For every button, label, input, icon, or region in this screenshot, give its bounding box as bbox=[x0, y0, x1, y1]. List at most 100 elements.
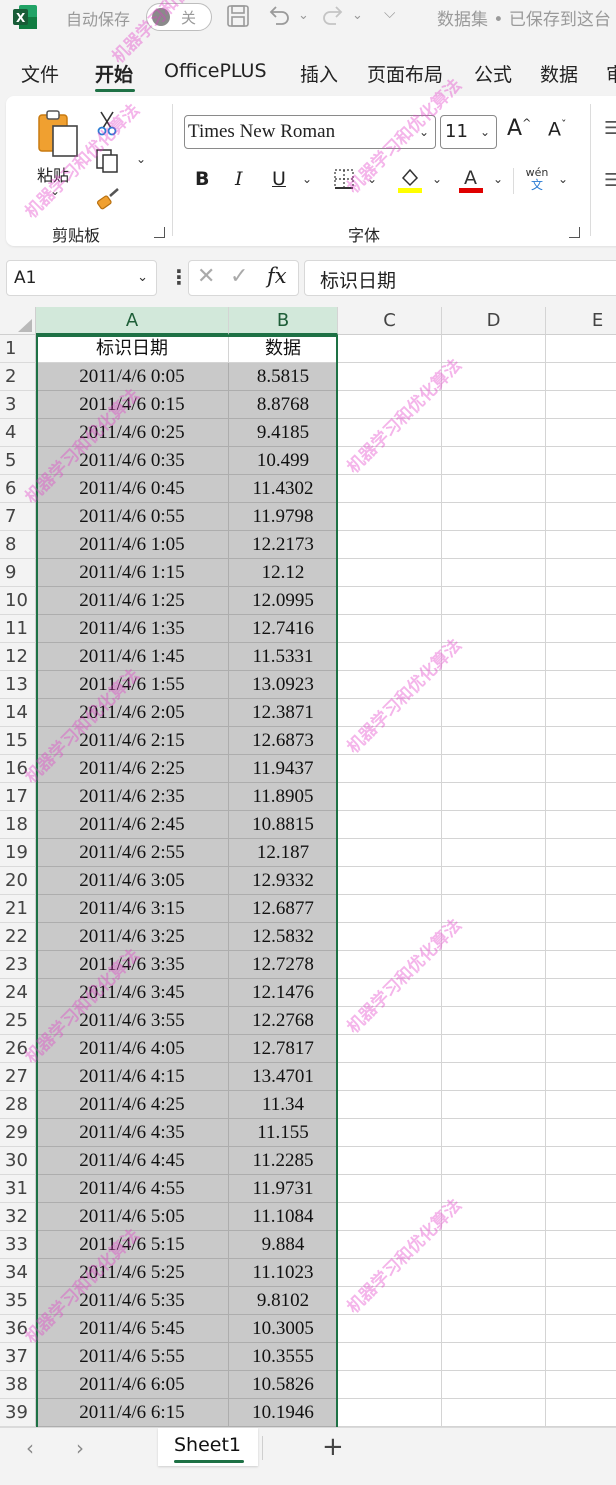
table-cell[interactable]: 12.7416 bbox=[229, 615, 338, 643]
table-cell[interactable] bbox=[442, 1343, 546, 1371]
table-cell[interactable]: 2011/4/6 0:55 bbox=[36, 503, 229, 531]
worksheet-grid[interactable]: A B C D E 1 标识日期 数据 2 2011/4/6 0:05 8.5815 3 2011/4/… bbox=[0, 307, 616, 1427]
borders-chevron-icon[interactable]: ⌄ bbox=[367, 172, 377, 186]
clipboard-launcher-icon[interactable] bbox=[154, 227, 165, 238]
table-cell[interactable] bbox=[442, 867, 546, 895]
table-cell[interactable] bbox=[442, 615, 546, 643]
row-header[interactable]: 32 bbox=[0, 1203, 36, 1231]
table-cell[interactable]: 12.5832 bbox=[229, 923, 338, 951]
table-cell[interactable]: 12.7817 bbox=[229, 1035, 338, 1063]
table-cell[interactable] bbox=[338, 1343, 442, 1371]
table-cell[interactable] bbox=[338, 559, 442, 587]
table-cell[interactable]: 2011/4/6 2:35 bbox=[36, 783, 229, 811]
underline-chevron-icon[interactable]: ⌄ bbox=[302, 172, 312, 186]
tab-formulas[interactable]: 公式 bbox=[474, 60, 512, 87]
row-header[interactable]: 5 bbox=[0, 447, 36, 475]
table-cell[interactable]: 2011/4/6 2:05 bbox=[36, 699, 229, 727]
header-cell[interactable]: 标识日期 bbox=[36, 335, 229, 363]
row-header[interactable]: 34 bbox=[0, 1259, 36, 1287]
table-cell[interactable] bbox=[442, 419, 546, 447]
table-cell[interactable] bbox=[442, 587, 546, 615]
table-cell[interactable] bbox=[338, 951, 442, 979]
tab-file[interactable]: 文件 bbox=[21, 60, 59, 87]
table-cell[interactable] bbox=[338, 783, 442, 811]
table-cell[interactable]: 2011/4/6 3:35 bbox=[36, 951, 229, 979]
table-cell[interactable]: 2011/4/6 4:45 bbox=[36, 1147, 229, 1175]
table-cell[interactable]: 10.1946 bbox=[229, 1399, 338, 1427]
table-cell[interactable]: 9.4185 bbox=[229, 419, 338, 447]
table-cell[interactable] bbox=[338, 1399, 442, 1427]
table-cell[interactable] bbox=[546, 1315, 616, 1343]
save-icon[interactable] bbox=[226, 4, 250, 28]
borders-icon[interactable] bbox=[333, 168, 355, 190]
table-cell[interactable] bbox=[442, 1119, 546, 1147]
row-header[interactable]: 24 bbox=[0, 979, 36, 1007]
row-header[interactable]: 23 bbox=[0, 951, 36, 979]
table-cell[interactable] bbox=[338, 727, 442, 755]
table-cell[interactable] bbox=[338, 503, 442, 531]
table-cell[interactable]: 2011/4/6 3:55 bbox=[36, 1007, 229, 1035]
table-cell[interactable] bbox=[442, 727, 546, 755]
tab-data[interactable]: 数据 bbox=[540, 60, 578, 87]
row-header[interactable]: 21 bbox=[0, 895, 36, 923]
table-cell[interactable]: 11.4302 bbox=[229, 475, 338, 503]
font-launcher-icon[interactable] bbox=[569, 227, 580, 238]
table-cell[interactable]: 2011/4/6 3:05 bbox=[36, 867, 229, 895]
add-sheet-icon[interactable]: + bbox=[322, 1432, 344, 1462]
name-box[interactable]: A1 ⌄ bbox=[6, 260, 157, 296]
table-cell[interactable]: 11.155 bbox=[229, 1119, 338, 1147]
table-cell[interactable]: 2011/4/6 1:15 bbox=[36, 559, 229, 587]
column-header-e[interactable]: E bbox=[546, 307, 616, 335]
table-cell[interactable]: 11.1023 bbox=[229, 1259, 338, 1287]
table-cell[interactable]: 2011/4/6 5:15 bbox=[36, 1231, 229, 1259]
redo-chevron-icon[interactable]: ⌄ bbox=[352, 8, 363, 23]
table-cell[interactable] bbox=[338, 363, 442, 391]
table-cell[interactable] bbox=[546, 1063, 616, 1091]
table-cell[interactable] bbox=[338, 335, 442, 363]
table-cell[interactable]: 2011/4/6 4:55 bbox=[36, 1175, 229, 1203]
paste-chevron-icon[interactable]: ⌄ bbox=[50, 184, 60, 198]
fill-color-chevron-icon[interactable]: ⌄ bbox=[432, 172, 442, 186]
column-header-a[interactable]: A bbox=[36, 307, 229, 335]
table-cell[interactable] bbox=[338, 1175, 442, 1203]
decrease-font-size-icon[interactable]: Aˇ bbox=[548, 118, 567, 140]
tab-officeplus[interactable]: OfficePLUS bbox=[164, 60, 267, 82]
table-cell[interactable] bbox=[546, 839, 616, 867]
sheet-tab[interactable]: Sheet1 bbox=[158, 1428, 258, 1466]
table-cell[interactable] bbox=[442, 643, 546, 671]
table-cell[interactable]: 2011/4/6 4:25 bbox=[36, 1091, 229, 1119]
table-cell[interactable] bbox=[442, 1147, 546, 1175]
table-cell[interactable] bbox=[546, 727, 616, 755]
table-cell[interactable] bbox=[442, 671, 546, 699]
table-cell[interactable]: 2011/4/6 5:05 bbox=[36, 1203, 229, 1231]
row-header[interactable]: 13 bbox=[0, 671, 36, 699]
table-cell[interactable] bbox=[546, 587, 616, 615]
table-cell[interactable] bbox=[546, 811, 616, 839]
row-header[interactable]: 14 bbox=[0, 699, 36, 727]
previous-sheet-icon[interactable]: ‹ bbox=[26, 1436, 34, 1460]
table-cell[interactable]: 9.884 bbox=[229, 1231, 338, 1259]
fill-color-icon[interactable] bbox=[397, 166, 423, 194]
table-cell[interactable] bbox=[546, 671, 616, 699]
table-cell[interactable] bbox=[546, 1231, 616, 1259]
table-cell[interactable] bbox=[442, 1371, 546, 1399]
table-cell[interactable] bbox=[546, 503, 616, 531]
table-cell[interactable] bbox=[442, 447, 546, 475]
table-cell[interactable] bbox=[338, 867, 442, 895]
table-cell[interactable] bbox=[338, 811, 442, 839]
table-cell[interactable] bbox=[546, 755, 616, 783]
table-cell[interactable] bbox=[442, 1091, 546, 1119]
table-cell[interactable] bbox=[442, 1007, 546, 1035]
table-cell[interactable] bbox=[338, 839, 442, 867]
row-header[interactable]: 11 bbox=[0, 615, 36, 643]
table-cell[interactable] bbox=[546, 1091, 616, 1119]
table-cell[interactable] bbox=[338, 1231, 442, 1259]
table-cell[interactable]: 12.3871 bbox=[229, 699, 338, 727]
more-options-icon[interactable]: ⋮ bbox=[169, 265, 189, 289]
column-header-b[interactable]: B bbox=[229, 307, 338, 335]
table-cell[interactable] bbox=[442, 1175, 546, 1203]
table-cell[interactable] bbox=[442, 755, 546, 783]
table-cell[interactable] bbox=[546, 1203, 616, 1231]
table-cell[interactable] bbox=[546, 1399, 616, 1427]
table-cell[interactable] bbox=[338, 671, 442, 699]
